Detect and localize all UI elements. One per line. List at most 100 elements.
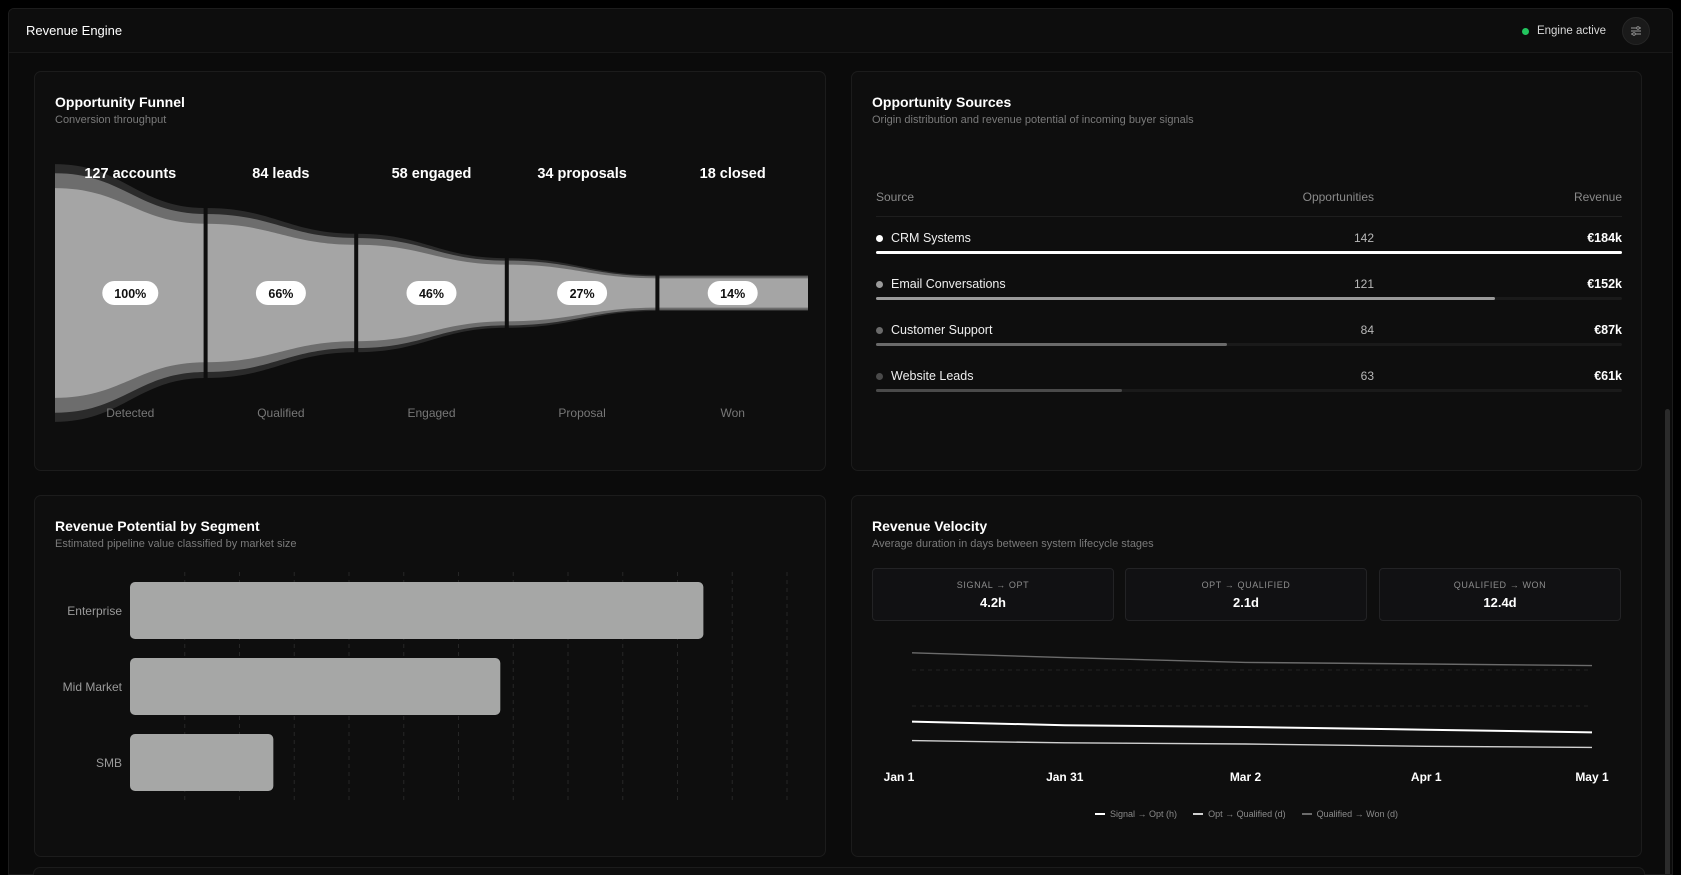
sources-card: Opportunity Sources Origin distribution … [851, 71, 1642, 471]
funnel-count-label: 18 closed [700, 166, 766, 182]
velocity-series-line [911, 652, 1593, 667]
source-share-track [876, 389, 1622, 392]
funnel-count-label: 127 accounts [84, 166, 176, 182]
segment-category-label: SMB [96, 756, 122, 770]
status-dot-icon [1521, 27, 1529, 35]
funnel-count-label: 84 leads [252, 166, 309, 182]
source-share-track [876, 297, 1622, 300]
source-row[interactable]: Customer Support 84 €87k [876, 309, 1622, 355]
funnel-divider [504, 112, 509, 442]
legend-label: Signal → Opt (h) [1110, 809, 1178, 819]
funnel-divider [203, 112, 208, 442]
top-bar: Revenue Engine Engine active [9, 9, 1672, 53]
funnel-percent-label: 100% [114, 287, 146, 301]
sources-rows: CRM Systems 142 €184k Email Conversation… [876, 217, 1622, 401]
source-revenue: €87k [1594, 323, 1622, 337]
segment-bar [130, 658, 501, 715]
source-share-track [876, 251, 1622, 254]
funnel-chart: 127 accounts 100% Detected 84 leads 66% Quali… [55, 112, 808, 442]
legend-label: Opt → Qualified (d) [1208, 809, 1286, 819]
legend-swatch [1193, 813, 1204, 815]
source-share-track [876, 343, 1622, 346]
funnel-count-label: 58 engaged [392, 166, 472, 182]
source-opportunities: 121 [1353, 277, 1374, 291]
sources-table-header: Source Opportunities Revenue [876, 190, 1622, 217]
funnel-count-label: 34 proposals [537, 166, 626, 182]
source-revenue: €152k [1587, 277, 1622, 291]
funnel-stage-name: Qualified [257, 406, 304, 420]
funnel-stage-name: Detected [106, 406, 154, 420]
x-tick-label: Apr 1 [1411, 770, 1442, 784]
segment-category-label: Enterprise [67, 604, 122, 618]
source-opportunities: 84 [1360, 323, 1374, 337]
segment-bar-chart: Enterprise Mid Market SMB [63, 572, 788, 800]
legend-item[interactable]: Signal → Opt (h) [1095, 809, 1177, 819]
velocity-series-line [911, 739, 1593, 749]
segment-bar [130, 734, 274, 791]
source-dot-icon [876, 234, 883, 242]
x-tick-label: Mar 2 [1230, 770, 1262, 784]
funnel-stage-name: Proposal [558, 406, 605, 420]
source-row[interactable]: CRM Systems 142 €184k [876, 217, 1622, 263]
segment-category-label: Mid Market [63, 680, 123, 694]
source-share-bar [876, 297, 1496, 300]
sources-title: Opportunity Sources [872, 94, 1012, 110]
x-tick-label: Jan 31 [1046, 770, 1084, 784]
segment-card: Revenue Potential by Segment Estimated p… [34, 495, 826, 857]
source-dot-icon [876, 280, 883, 288]
legend-swatch [1301, 813, 1312, 815]
funnel-percent-label: 66% [268, 287, 293, 301]
velocity-line-chart: Jan 1 Jan 31 Mar 2 Apr 1 May 1 [884, 652, 1609, 784]
funnel-divider [655, 112, 660, 442]
source-name: Email Conversations [876, 277, 1006, 291]
source-row[interactable]: Website Leads 63 €61k [876, 355, 1622, 401]
funnel-percent-label: 27% [570, 287, 595, 301]
segment-bar [130, 582, 704, 639]
source-row[interactable]: Email Conversations 121 €152k [876, 263, 1622, 309]
funnel-percent-label: 14% [720, 287, 745, 301]
legend-label: Qualified → Won (d) [1316, 809, 1398, 819]
header-opportunities: Opportunities [1302, 190, 1374, 204]
velocity-series-line [911, 720, 1593, 734]
source-dot-icon [876, 372, 883, 380]
source-share-bar [876, 343, 1227, 346]
legend-item[interactable]: Opt → Qualified (d) [1193, 809, 1286, 819]
legend-item[interactable]: Qualified → Won (d) [1301, 809, 1398, 819]
source-share-bar [876, 251, 1622, 254]
engine-status: Engine active [1521, 25, 1606, 37]
source-opportunities: 142 [1353, 231, 1374, 245]
source-label: Customer Support [891, 323, 993, 337]
header-source: Source [876, 190, 915, 204]
funnel-percent-label: 46% [419, 287, 444, 301]
app-window: Revenue Engine Engine active Opportunity… [8, 8, 1673, 875]
source-dot-icon [876, 326, 883, 334]
next-card-edge [33, 867, 1645, 875]
x-tick-label: Jan 1 [884, 770, 915, 784]
sliders-icon [1631, 26, 1641, 36]
status-label: Engine active [1536, 25, 1606, 37]
source-revenue: €61k [1594, 369, 1622, 383]
source-label: CRM Systems [891, 231, 971, 245]
vertical-scrollbar[interactable] [1665, 409, 1670, 874]
velocity-card: Revenue Velocity Average duration in day… [851, 495, 1642, 857]
x-tick-label: May 1 [1575, 770, 1609, 784]
funnel-divider [354, 112, 359, 442]
funnel-stage-name: Engaged [407, 406, 455, 420]
sources-table: Source Opportunities Revenue CRM Systems… [876, 190, 1622, 401]
funnel-card: Opportunity Funnel Conversion throughput… [34, 71, 826, 471]
source-name: Website Leads [876, 369, 973, 383]
source-opportunities: 63 [1360, 369, 1374, 383]
app-title: Revenue Engine [26, 23, 123, 38]
legend-swatch [1095, 813, 1106, 815]
source-name: Customer Support [876, 323, 992, 337]
header-revenue: Revenue [1573, 190, 1622, 204]
settings-menu-button[interactable] [1622, 17, 1650, 45]
source-share-bar [876, 389, 1123, 392]
sources-subtitle: Origin distribution and revenue potentia… [872, 114, 1194, 126]
source-label: Website Leads [891, 369, 974, 383]
source-revenue: €184k [1587, 231, 1622, 245]
source-name: CRM Systems [876, 231, 971, 245]
velocity-legend: Signal → Opt (h) Opt → Qualified (d) Quali… [852, 809, 1641, 819]
source-label: Email Conversations [891, 277, 1006, 291]
funnel-stage-name: Won [720, 406, 744, 420]
